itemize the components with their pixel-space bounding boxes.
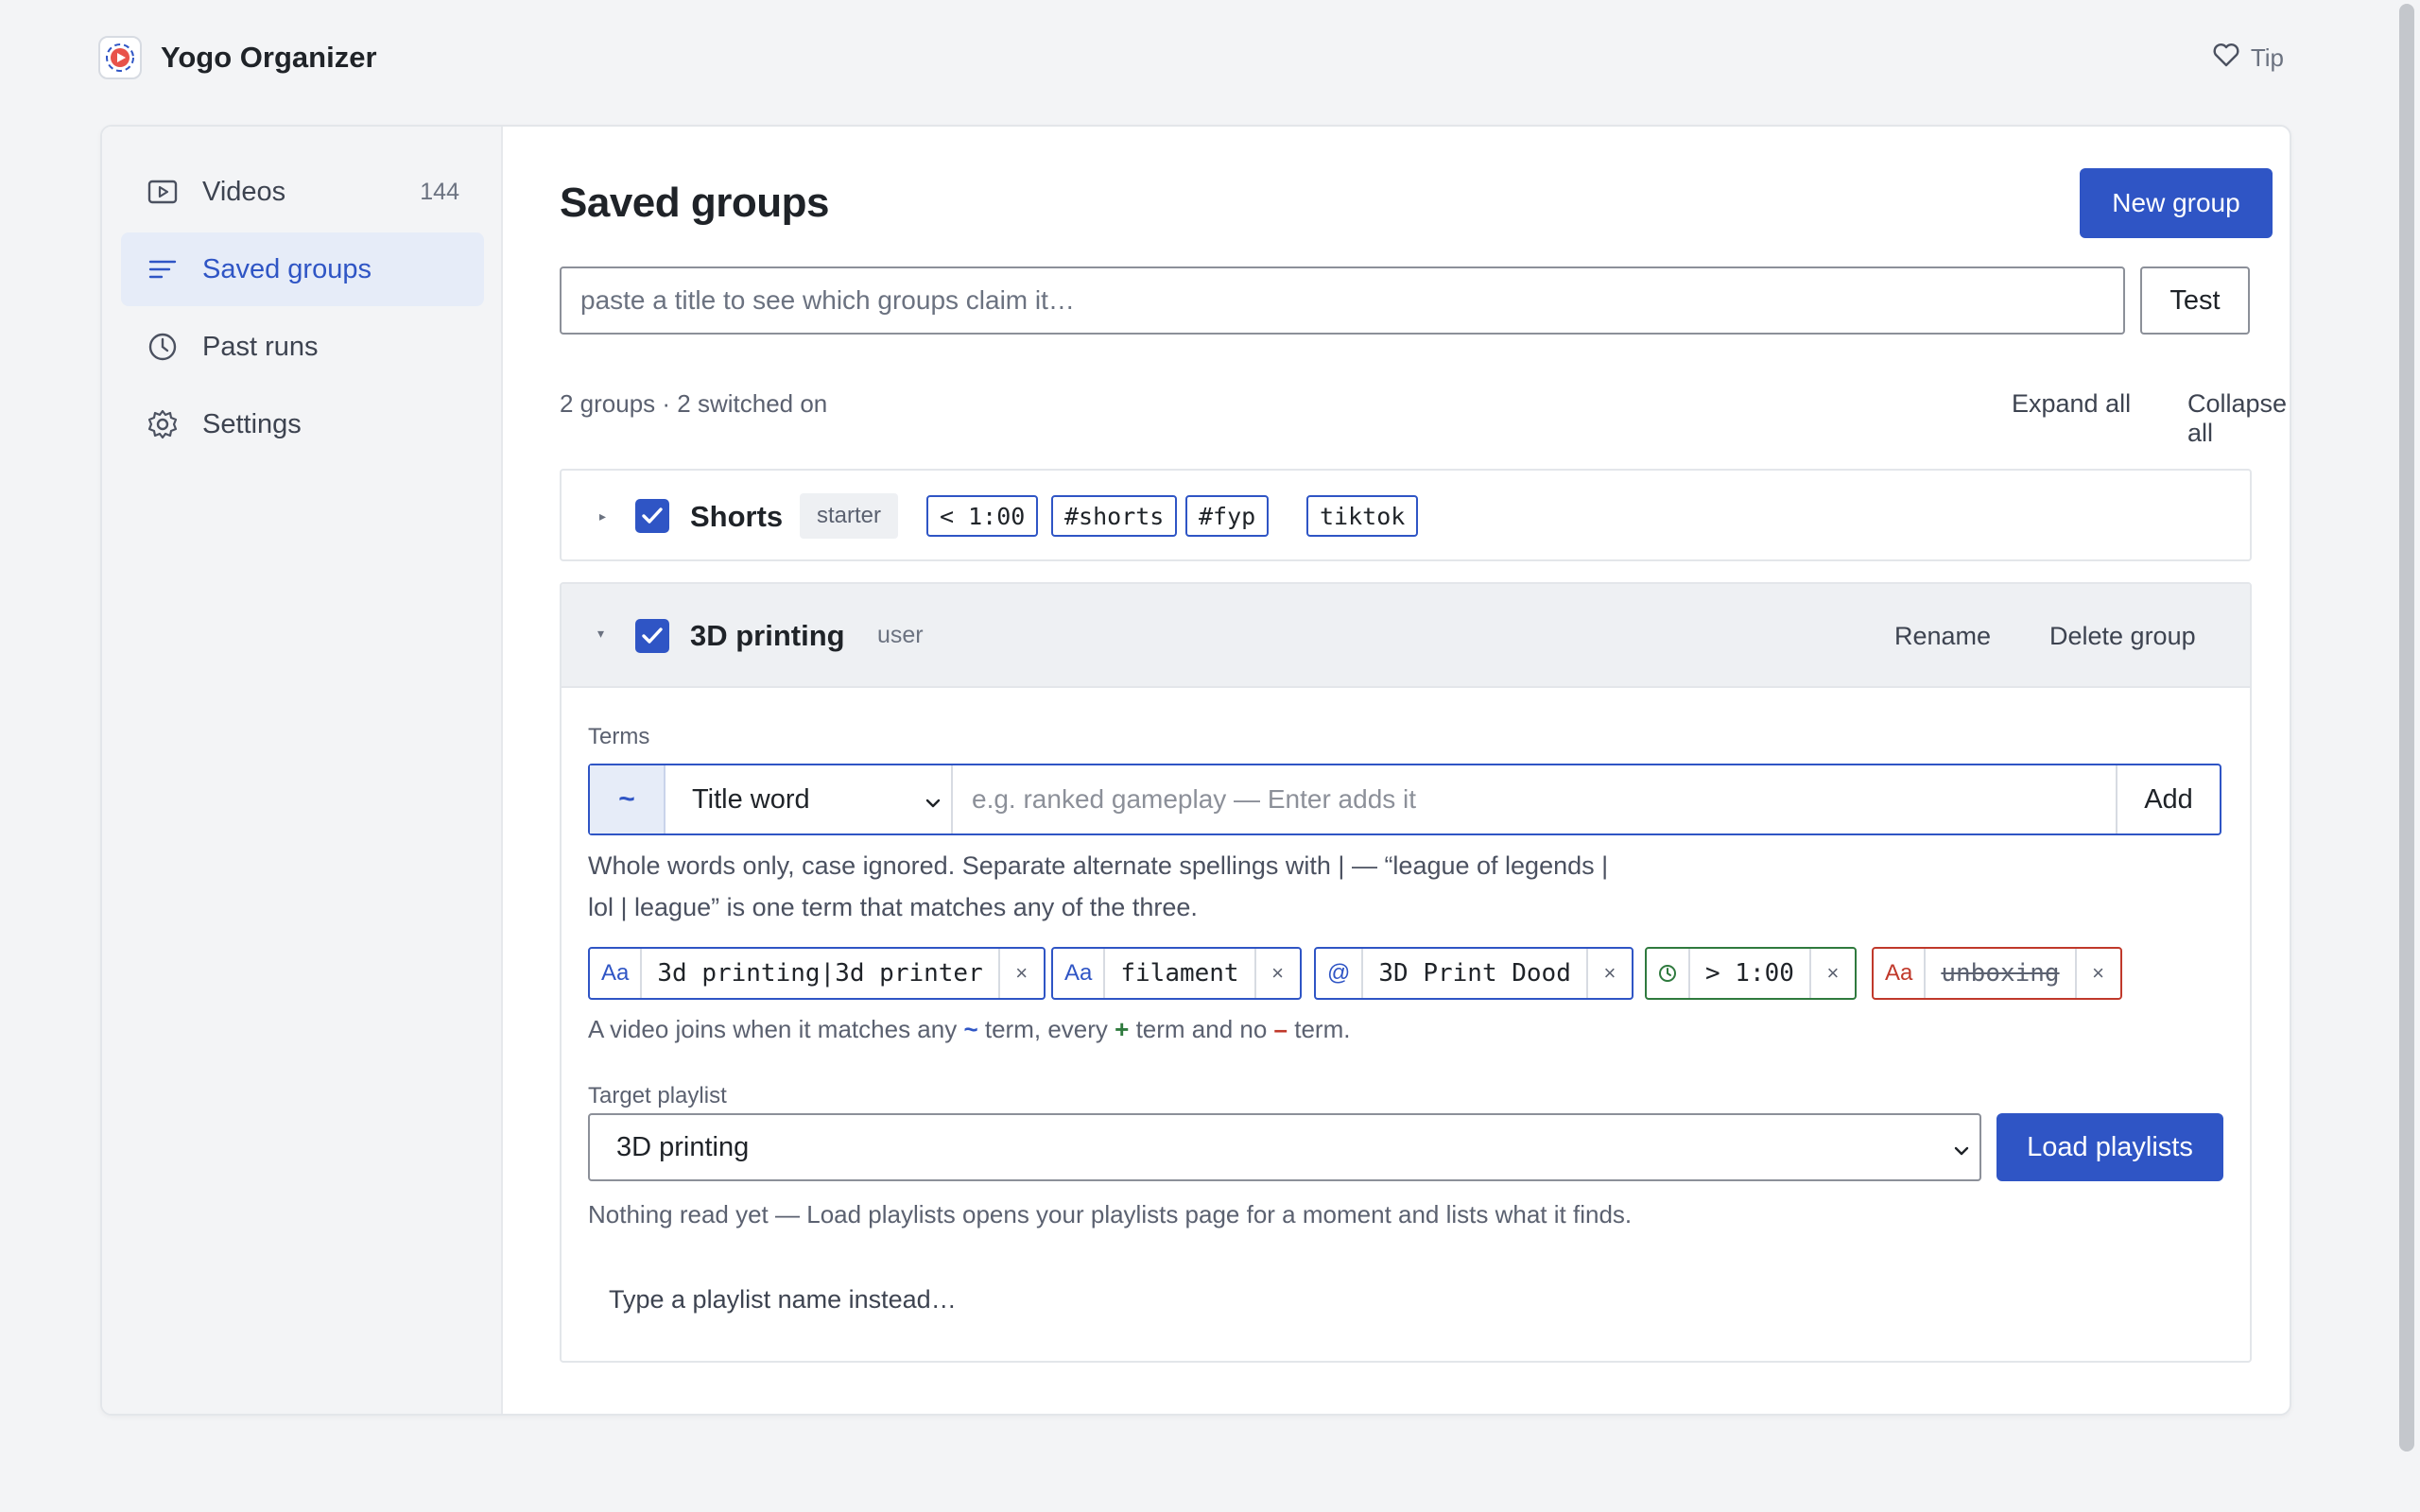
delete-group-button[interactable]: Delete group bbox=[2049, 622, 2196, 651]
collapse-all-button[interactable]: Collapse all bbox=[2187, 389, 2287, 448]
term-builder: ~ Title word Add bbox=[588, 764, 2221, 835]
terms-label: Terms bbox=[588, 724, 650, 749]
group-term-chip: tiktok bbox=[1306, 495, 1419, 537]
term-chip: @ 3D Print Dood × bbox=[1314, 947, 1634, 1000]
sidebar-item-past-runs[interactable]: Past runs bbox=[121, 310, 484, 384]
new-group-button[interactable]: New group bbox=[2080, 168, 2273, 238]
target-playlist-value: 3D printing bbox=[616, 1131, 750, 1162]
term-chip: Aa filament × bbox=[1051, 947, 1302, 1000]
video-icon bbox=[146, 175, 180, 209]
terms-help-text: Whole words only, case ignored. Separate… bbox=[588, 851, 1609, 921]
match-rule-text: A video joins when it matches any ~ term… bbox=[588, 1015, 1351, 1043]
group-term-chip: #shorts bbox=[1051, 495, 1178, 537]
videos-count: 144 bbox=[420, 178, 459, 205]
remove-term-button[interactable]: × bbox=[997, 949, 1044, 998]
group-row-shorts: ▸ Shorts starter < 1:00 #shorts #fyp tik… bbox=[560, 469, 2252, 561]
term-kind-select[interactable]: Title word bbox=[666, 765, 953, 833]
term-chip: > 1:00 × bbox=[1645, 947, 1857, 1000]
target-playlist-select[interactable]: 3D printing bbox=[588, 1113, 1981, 1181]
no-term-symbol: – bbox=[1273, 1015, 1288, 1043]
sidebar-item-label: Settings bbox=[202, 408, 302, 439]
sidebar-item-saved-groups[interactable]: Saved groups bbox=[121, 232, 484, 306]
term-kind-value: Title word bbox=[692, 783, 810, 815]
group-type-badge: user bbox=[877, 622, 924, 648]
clock-icon bbox=[146, 330, 180, 364]
title-word-icon: Aa bbox=[1053, 949, 1106, 998]
chevron-down-icon bbox=[923, 790, 943, 821]
term-text: unboxing bbox=[1941, 959, 2060, 988]
group-enabled-checkbox[interactable] bbox=[635, 499, 669, 533]
term-text: 3d printing|3d printer bbox=[657, 959, 983, 988]
app-title: Yogo Organizer bbox=[161, 41, 377, 74]
main-content: Saved groups New group ? Test 2 groups ·… bbox=[552, 127, 2287, 1414]
top-bar: Yogo Organizer Tip bbox=[98, 34, 2284, 81]
clock-icon bbox=[1647, 949, 1690, 998]
target-playlist-label: Target playlist bbox=[588, 1083, 727, 1108]
sidebar-item-settings[interactable]: Settings bbox=[121, 387, 484, 461]
sidebar-item-label: Past runs bbox=[202, 331, 319, 362]
remove-term-button[interactable]: × bbox=[1808, 949, 1855, 998]
page-scrollbar[interactable] bbox=[2394, 0, 2420, 1512]
add-term-button[interactable]: Add bbox=[2116, 765, 2220, 833]
tip-button[interactable]: Tip bbox=[2213, 43, 2284, 74]
title-word-icon: Aa bbox=[1874, 949, 1927, 998]
term-chip: Aa unboxing × bbox=[1872, 947, 2122, 1000]
help-button[interactable]: ? bbox=[2288, 180, 2290, 217]
gear-icon bbox=[146, 407, 180, 441]
term-text: 3D Print Dood bbox=[1378, 959, 1571, 988]
tip-label: Tip bbox=[2250, 43, 2284, 72]
load-playlists-button[interactable]: Load playlists bbox=[1996, 1113, 2223, 1181]
sidebar-item-label: Videos bbox=[202, 176, 286, 207]
remove-term-button[interactable]: × bbox=[1585, 949, 1632, 998]
sidebar-item-label: Saved groups bbox=[202, 253, 372, 284]
app-logo bbox=[98, 36, 142, 79]
any-term-symbol: ~ bbox=[963, 1015, 978, 1043]
test-title-input[interactable] bbox=[560, 266, 2125, 335]
term-chip: Aa 3d printing|3d printer × bbox=[588, 947, 1046, 1000]
group-name[interactable]: Shorts bbox=[690, 500, 783, 534]
group-enabled-checkbox[interactable] bbox=[635, 619, 669, 653]
term-text: filament bbox=[1120, 959, 1239, 988]
scrollbar-thumb[interactable] bbox=[2399, 4, 2414, 1452]
playlists-note: Nothing read yet — Load playlists opens … bbox=[588, 1200, 1633, 1228]
term-input[interactable] bbox=[953, 765, 2116, 833]
every-term-symbol: + bbox=[1115, 1015, 1130, 1043]
remove-term-button[interactable]: × bbox=[2074, 949, 2120, 998]
heart-icon bbox=[2213, 43, 2239, 74]
main-card: Videos 144 Saved groups Past runs Settin… bbox=[100, 125, 2291, 1416]
chevron-down-icon bbox=[1951, 1138, 1972, 1169]
sidebar: Videos 144 Saved groups Past runs Settin… bbox=[102, 127, 503, 1414]
sidebar-item-videos[interactable]: Videos 144 bbox=[121, 155, 484, 229]
collapse-caret-icon[interactable]: ▾ bbox=[597, 626, 604, 642]
test-button[interactable]: Test bbox=[2140, 266, 2250, 335]
title-word-icon: Aa bbox=[590, 949, 643, 998]
group-term-chip: #fyp bbox=[1185, 495, 1270, 537]
remove-term-button[interactable]: × bbox=[1253, 949, 1300, 998]
type-playlist-name-link[interactable]: Type a playlist name instead… bbox=[609, 1285, 957, 1314]
group-term-chip: < 1:00 bbox=[926, 495, 1039, 537]
expand-all-button[interactable]: Expand all bbox=[2012, 389, 2131, 419]
rename-button[interactable]: Rename bbox=[1894, 622, 1991, 651]
expand-caret-icon[interactable]: ▸ bbox=[599, 508, 606, 524]
group-row-3d-printing: ▾ 3D printing user Rename Delete group T… bbox=[560, 582, 2252, 1363]
list-icon bbox=[146, 252, 180, 286]
group-name[interactable]: 3D printing bbox=[690, 619, 845, 653]
group-type-badge: starter bbox=[800, 493, 899, 539]
groups-summary: 2 groups · 2 switched on bbox=[560, 389, 828, 418]
term-mode-toggle[interactable]: ~ bbox=[590, 765, 666, 833]
channel-icon: @ bbox=[1316, 949, 1364, 998]
page-title: Saved groups bbox=[560, 180, 829, 226]
term-text: > 1:00 bbox=[1705, 959, 1794, 988]
